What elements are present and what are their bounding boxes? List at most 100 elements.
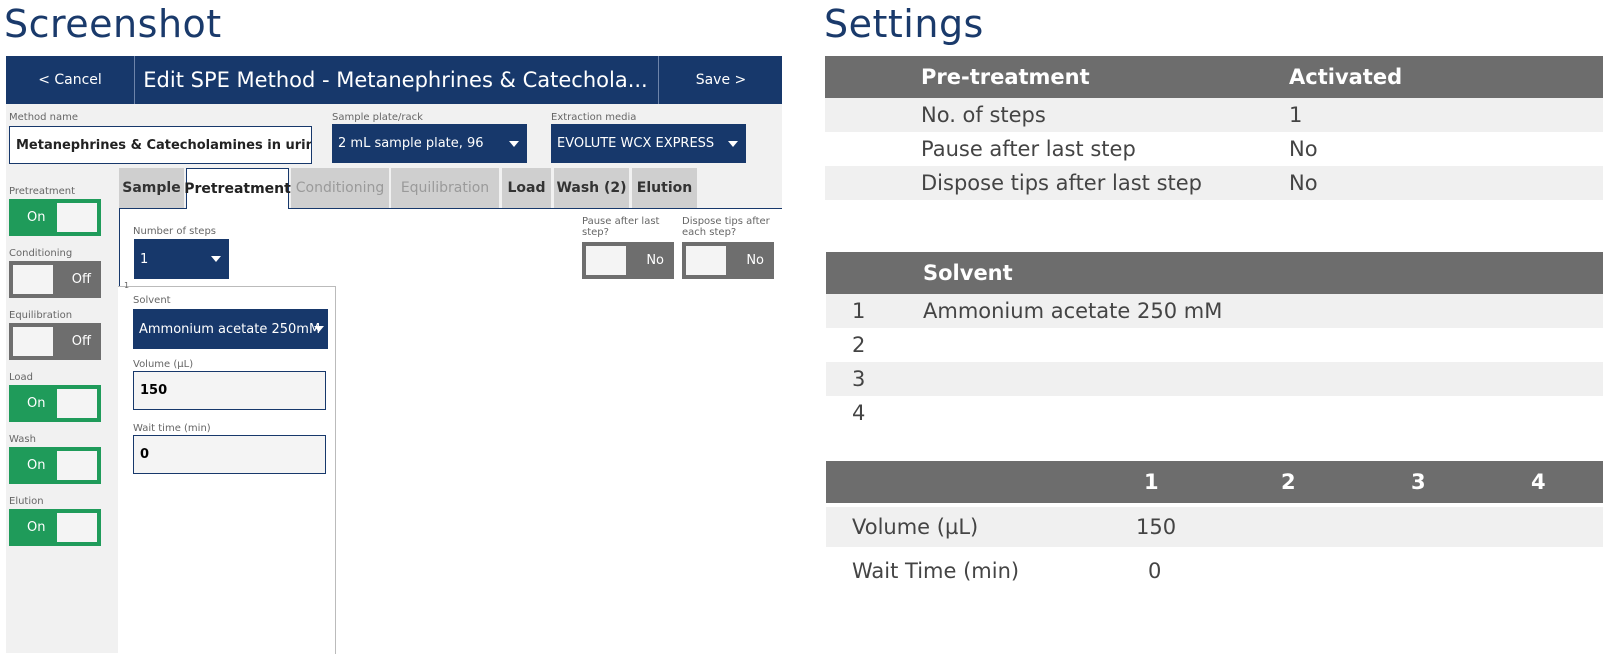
tab-equilibration: Equilibration	[391, 168, 499, 208]
toggle-knob	[686, 246, 726, 275]
header-cell: Pre-treatment	[921, 65, 1090, 89]
header-cell: 3	[1411, 470, 1426, 494]
toggle-label-wash: Wash	[9, 434, 36, 445]
app-screenshot: < Cancel Edit SPE Method - Metanephrines…	[6, 56, 782, 654]
step-panel: 1 Solvent Ammonium acetate 250mM Volume …	[118, 281, 336, 654]
row-label: No. of steps	[921, 103, 1046, 127]
table-row: 3	[826, 362, 1603, 396]
solvent-value: Ammonium acetate 250mM	[139, 321, 321, 337]
save-button[interactable]: Save >	[658, 56, 783, 104]
volume-input[interactable]: 150	[133, 371, 326, 410]
toggle-label-elution: Elution	[9, 496, 44, 507]
settings-heading: Settings	[824, 2, 984, 46]
toggle-state: Off	[71, 334, 91, 349]
pretreatment-table-header: Pre-treatment Activated	[825, 56, 1603, 98]
toggle-knob	[13, 327, 53, 356]
row-value: No	[1289, 171, 1318, 195]
table-row: Volume (µL) 150	[826, 507, 1603, 547]
header-cell: Activated	[1289, 65, 1403, 89]
wait-time-input[interactable]: 0	[133, 435, 326, 474]
table-row: 1 Ammonium acetate 250 mM	[826, 294, 1603, 328]
conditioning-toggle[interactable]: Off	[9, 261, 101, 298]
toggle-state: On	[27, 520, 46, 535]
sample-plate-value: 2 mL sample plate, 96	[338, 136, 484, 151]
toggle-state: On	[27, 396, 46, 411]
chevron-down-icon	[728, 140, 738, 147]
toggle-state: On	[27, 458, 46, 473]
row-label: Volume (µL)	[852, 515, 979, 539]
header-cell: Solvent	[923, 261, 1013, 285]
table-row: Dispose tips after last step No	[825, 166, 1603, 200]
step-marker: 1	[124, 281, 130, 290]
row-label: Pause after last step	[921, 137, 1136, 161]
dispose-toggle[interactable]: No	[682, 242, 774, 279]
row-index: 3	[852, 367, 866, 391]
extraction-media-value: EVOLUTE WCX EXPRESS	[557, 136, 715, 151]
screenshot-heading: Screenshot	[4, 2, 222, 46]
pause-toggle[interactable]: No	[582, 242, 674, 279]
table-row: No. of steps 1	[825, 98, 1603, 132]
wash-toggle[interactable]: On	[9, 447, 101, 484]
tab-pretreatment[interactable]: Pretreatment	[184, 168, 291, 209]
row-index: 2	[852, 333, 866, 357]
chevron-down-icon	[509, 140, 519, 147]
row-index: 1	[852, 299, 866, 323]
row-label: Wait Time (min)	[852, 559, 1020, 583]
app-title-bar: < Cancel Edit SPE Method - Metanephrines…	[6, 56, 782, 104]
volume-label: Volume (µL)	[133, 359, 194, 370]
sample-plate-dropdown[interactable]: 2 mL sample plate, 96	[332, 124, 527, 163]
toggle-knob	[57, 451, 97, 480]
toggle-label-equilibration: Equilibration	[9, 310, 73, 321]
tab-conditioning: Conditioning	[291, 168, 389, 208]
dispose-label: Dispose tips after each step?	[682, 216, 770, 238]
toggle-label-conditioning: Conditioning	[9, 248, 73, 259]
row-value: 1	[1289, 103, 1303, 127]
steps-value: 1	[140, 251, 149, 267]
toggle-knob	[57, 203, 97, 232]
chevron-down-icon	[314, 326, 324, 332]
tab-load[interactable]: Load	[502, 168, 551, 208]
solvent-dropdown[interactable]: Ammonium acetate 250mM	[133, 309, 328, 349]
toggle-state: No	[746, 253, 764, 268]
row-value: Ammonium acetate 250 mM	[923, 299, 1223, 323]
steps-label: Number of steps	[133, 226, 217, 237]
equilibration-toggle[interactable]: Off	[9, 323, 101, 360]
header-cell: 2	[1281, 470, 1296, 494]
extraction-media-label: Extraction media	[551, 112, 637, 123]
steps-table-header: 1 2 3 4	[826, 461, 1603, 503]
tab-wash[interactable]: Wash (2)	[554, 168, 629, 208]
solvent-label: Solvent	[133, 295, 171, 306]
table-row: Wait Time (min) 0	[826, 551, 1603, 591]
solvent-table-header: Solvent	[826, 252, 1603, 294]
window-title: Edit SPE Method - Metanephrines & Catech…	[143, 68, 648, 92]
tab-sample[interactable]: Sample	[119, 168, 184, 208]
row-index: 4	[852, 401, 866, 425]
toggle-knob	[13, 265, 53, 294]
load-toggle[interactable]: On	[9, 385, 101, 422]
elution-toggle[interactable]: On	[9, 509, 101, 546]
row-label: Dispose tips after last step	[921, 171, 1203, 195]
toggle-state: On	[27, 210, 46, 225]
toggle-state: No	[646, 253, 664, 268]
sample-plate-label: Sample plate/rack	[332, 112, 423, 123]
cancel-button[interactable]: < Cancel	[6, 56, 135, 104]
toggle-knob	[586, 246, 626, 275]
toggle-state: Off	[71, 272, 91, 287]
pretreatment-toggle[interactable]: On	[9, 199, 101, 236]
steps-dropdown[interactable]: 1	[134, 239, 229, 279]
row-value: 150	[1136, 515, 1177, 539]
row-value: 0	[1148, 559, 1162, 583]
toggle-label-load: Load	[9, 372, 33, 383]
method-name-label: Method name	[9, 112, 79, 123]
extraction-media-dropdown[interactable]: EVOLUTE WCX EXPRESS	[551, 124, 746, 163]
chevron-down-icon	[211, 256, 221, 262]
header-cell: 1	[1144, 470, 1159, 494]
tab-elution[interactable]: Elution	[632, 168, 697, 208]
method-name-field[interactable]: Metanephrines & Catecholamines in urine	[9, 126, 312, 164]
toggle-knob	[57, 389, 97, 418]
toggle-knob	[57, 513, 97, 542]
wait-time-label: Wait time (min)	[133, 423, 211, 434]
table-row: 4	[826, 396, 1603, 430]
row-value: No	[1289, 137, 1318, 161]
pause-label: Pause after last step?	[582, 216, 660, 238]
